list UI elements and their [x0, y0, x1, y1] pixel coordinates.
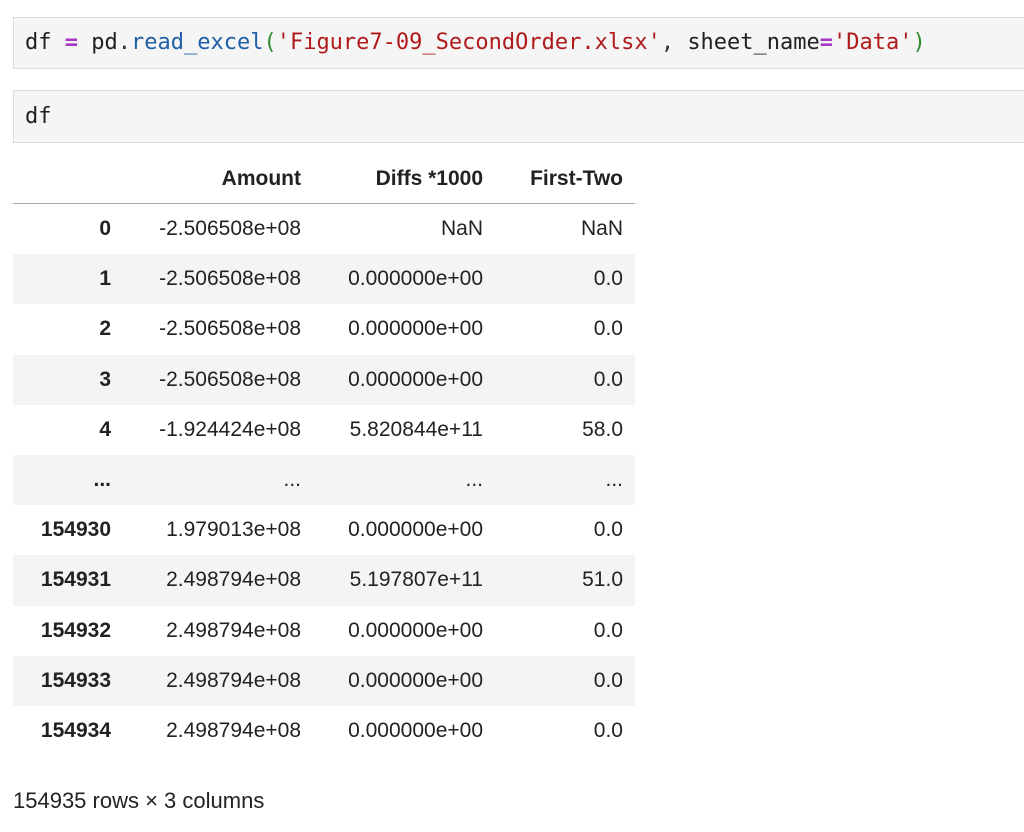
- table-cell: 0.0: [593, 718, 623, 742]
- index-header: [13, 155, 123, 204]
- table-row: 3 -2.506508e+08 0.000000e+00 0.0: [13, 354, 635, 405]
- row-index: 0: [99, 217, 111, 241]
- code-token: df: [25, 104, 52, 129]
- table-cell: 0.0: [593, 367, 623, 391]
- table-row: 154931 2.498794e+08 5.197807e+11 51.0: [13, 555, 635, 606]
- code-token: 'Figure7-09_SecondOrder.xlsx': [276, 30, 661, 55]
- code-token: read_excel: [131, 30, 264, 55]
- dataframe-shape-text: 154935 rows × 3 columns: [13, 788, 265, 813]
- row-index: 154930: [40, 518, 111, 542]
- code-token: ,: [660, 30, 688, 55]
- row-index: 154931: [40, 568, 111, 592]
- table-row: 1 -2.506508e+08 0.000000e+00 0.0: [13, 254, 635, 305]
- table-cell: 2.498794e+08: [166, 568, 301, 592]
- row-index: ...: [93, 468, 111, 492]
- table-row: 4 -1.924424e+08 5.820844e+11 58.0: [13, 404, 635, 455]
- table-cell: 51.0: [582, 568, 623, 592]
- table-cell: 0.0: [593, 618, 623, 642]
- table-cell: 0.000000e+00: [348, 618, 483, 642]
- row-index: 154932: [40, 618, 111, 642]
- table-cell: 0.000000e+00: [348, 317, 483, 341]
- table-cell: NaN: [440, 217, 483, 241]
- table-row: 2 -2.506508e+08 0.000000e+00 0.0: [13, 304, 635, 355]
- column-header-first-two: First-Two: [495, 155, 635, 204]
- code-cell-read-excel[interactable]: df = pd.read_excel('Figure7-09_SecondOrd…: [13, 17, 1024, 69]
- table-cell: 5.197807e+11: [349, 568, 483, 592]
- table-cell: 2.498794e+08: [166, 718, 301, 742]
- code-token: sheet_name: [687, 30, 820, 55]
- table-cell: -2.506508e+08: [159, 217, 301, 241]
- table-row: 154932 2.498794e+08 0.000000e+00 0.0: [13, 605, 635, 656]
- table-row: ............: [13, 454, 635, 506]
- row-index: 1: [99, 267, 111, 291]
- code-token: ): [912, 30, 926, 55]
- column-header-diffs: Diffs *1000: [313, 155, 495, 204]
- table-cell: 1.979013e+08: [166, 518, 301, 542]
- table-cell: 0.000000e+00: [348, 668, 483, 692]
- code-token: =: [819, 30, 834, 55]
- table-row: 0 -2.506508e+08 NaN NaN: [13, 203, 635, 255]
- table-cell: 58.0: [582, 417, 623, 441]
- table-cell: 0.000000e+00: [348, 718, 483, 742]
- table-cell: ...: [283, 468, 301, 492]
- code-token: .: [117, 30, 131, 55]
- table-cell: -2.506508e+08: [159, 317, 301, 341]
- table-cell: ...: [605, 468, 623, 492]
- dataframe-output-table: Amount Diffs *1000 First-Two 0 -2.506508e…: [13, 155, 635, 757]
- row-index: 154934: [40, 718, 111, 742]
- column-header-amount: Amount: [123, 155, 313, 204]
- code-cell-df[interactable]: df: [13, 90, 1024, 143]
- table-cell: ...: [465, 468, 483, 492]
- table-header-row: Amount Diffs *1000 First-Two: [13, 155, 635, 204]
- table-cell: NaN: [580, 217, 623, 241]
- table-cell: 0.000000e+00: [348, 367, 483, 391]
- table-row: 154934 2.498794e+08 0.000000e+00 0.0: [13, 705, 635, 757]
- row-index: 3: [99, 367, 111, 391]
- code-token: =: [64, 30, 78, 55]
- row-index: 4: [99, 417, 111, 441]
- code-token: pd: [91, 30, 118, 55]
- table-cell: -2.506508e+08: [159, 367, 301, 391]
- code-token: df: [25, 30, 52, 55]
- table-cell: 5.820844e+11: [349, 417, 483, 441]
- table-cell: -1.924424e+08: [159, 417, 301, 441]
- code-token: (: [263, 30, 277, 55]
- table-cell: 0.000000e+00: [348, 267, 483, 291]
- table-row: 154930 1.979013e+08 0.000000e+00 0.0: [13, 505, 635, 556]
- table-row: 154933 2.498794e+08 0.000000e+00 0.0: [13, 655, 635, 706]
- table-cell: 0.0: [593, 267, 623, 291]
- table-cell: 2.498794e+08: [166, 618, 301, 642]
- table-cell: 0.000000e+00: [348, 518, 483, 542]
- table-cell: 0.0: [593, 668, 623, 692]
- table-cell: 0.0: [593, 317, 623, 341]
- table-cell: 2.498794e+08: [166, 668, 301, 692]
- row-index: 154933: [40, 668, 111, 692]
- table-cell: -2.506508e+08: [159, 267, 301, 291]
- table-cell: 0.0: [593, 518, 623, 542]
- row-index: 2: [99, 317, 111, 341]
- code-token: 'Data': [833, 30, 913, 55]
